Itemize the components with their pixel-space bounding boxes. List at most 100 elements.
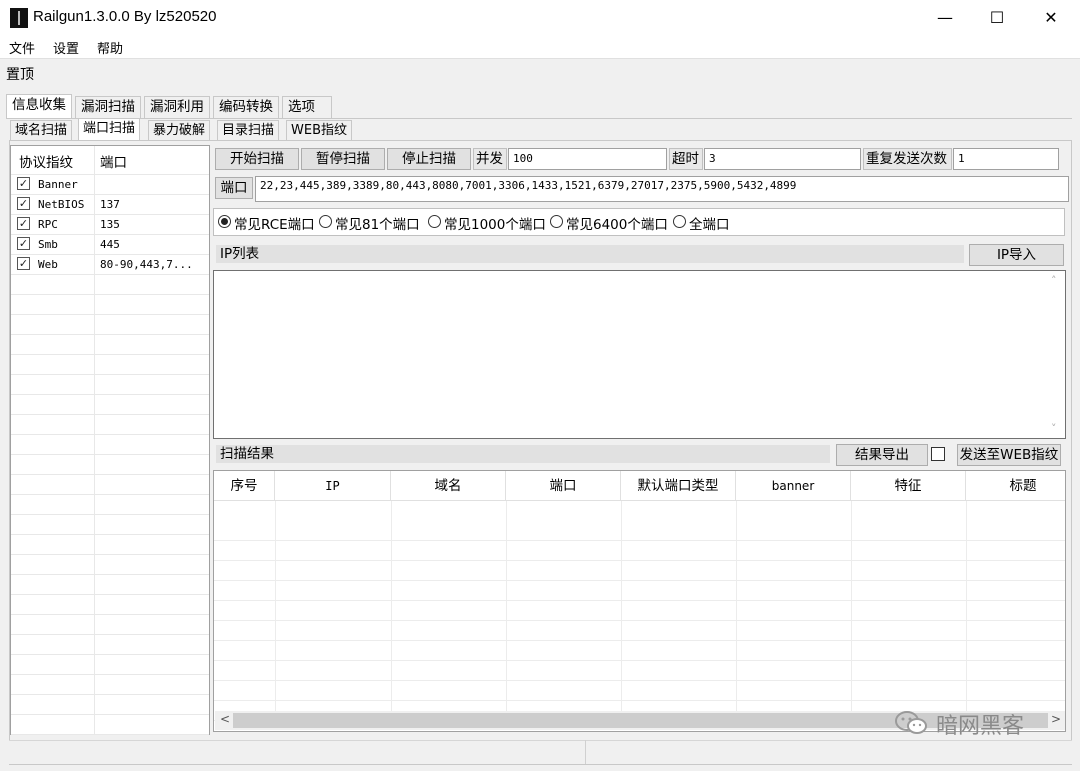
col-ip[interactable]: IP xyxy=(275,471,391,501)
table-row xyxy=(214,560,1065,581)
header-protocol: 协议指纹 xyxy=(19,155,73,171)
col-index[interactable]: 序号 xyxy=(214,471,275,501)
ip-import-button[interactable]: IP导入 xyxy=(969,244,1064,266)
empty-row xyxy=(11,554,209,575)
list-item[interactable]: ✓ Banner xyxy=(11,174,209,195)
table-row xyxy=(214,620,1065,641)
empty-row xyxy=(11,714,209,735)
ip-list-scrollbar[interactable]: ˄ ˅ xyxy=(1048,271,1065,438)
protocol-port: 135 xyxy=(100,218,120,231)
checkbox-banner[interactable]: ✓ xyxy=(17,177,30,190)
protocol-fingerprint-list[interactable]: 协议指纹 端口 ✓ Banner ✓ NetBIOS 137 ✓ RPC 135… xyxy=(10,145,210,735)
empty-row xyxy=(11,674,209,695)
empty-row xyxy=(11,394,209,415)
radio-indicator xyxy=(428,215,441,228)
pause-scan-button[interactable]: 暂停扫描 xyxy=(301,148,385,170)
close-button[interactable]: ✕ xyxy=(1024,0,1078,36)
port-list-input[interactable]: 22,23,445,389,3389,80,443,8080,7001,3306… xyxy=(255,176,1069,202)
empty-row xyxy=(11,314,209,335)
empty-row xyxy=(11,374,209,395)
empty-row xyxy=(11,334,209,355)
scroll-down-icon[interactable]: ˅ xyxy=(1051,422,1057,435)
radio-label: 常见RCE端口 xyxy=(234,217,315,233)
status-divider xyxy=(585,740,586,764)
empty-row xyxy=(11,354,209,375)
timeout-input[interactable]: 3 xyxy=(704,148,861,170)
col-port[interactable]: 端口 xyxy=(506,471,621,501)
col-feature[interactable]: 特征 xyxy=(851,471,966,501)
minimize-button[interactable]: — xyxy=(918,0,972,36)
table-row xyxy=(214,580,1065,601)
export-results-button[interactable]: 结果导出 xyxy=(836,444,928,466)
list-item[interactable]: ✓ RPC 135 xyxy=(11,214,209,235)
radio-indicator xyxy=(673,215,686,228)
radio-1000-ports[interactable]: 常见1000个端口 xyxy=(428,215,548,233)
menu-help[interactable]: 帮助 xyxy=(97,38,123,57)
radio-indicator xyxy=(218,215,231,228)
menu-settings[interactable]: 设置 xyxy=(53,38,79,57)
radio-indicator xyxy=(319,215,332,228)
subtab-domain-scan[interactable]: 域名扫描 xyxy=(10,120,73,141)
tab-vuln-exploit[interactable]: 漏洞利用 xyxy=(144,96,210,118)
results-table[interactable]: 序号 IP 域名 端口 默认端口类型 banner 特征 标题 < > xyxy=(213,470,1066,732)
radio-all-ports[interactable]: 全端口 xyxy=(673,215,733,233)
subtab-dir-scan[interactable]: 目录扫描 xyxy=(217,120,280,141)
table-row xyxy=(214,600,1065,621)
list-item[interactable]: ✓ Smb 445 xyxy=(11,234,209,255)
protocol-name: Web xyxy=(38,258,58,271)
port-button[interactable]: 端口 xyxy=(215,177,253,199)
empty-row xyxy=(11,614,209,635)
list-item[interactable]: ✓ NetBIOS 137 xyxy=(11,194,209,215)
scroll-up-icon[interactable]: ˄ xyxy=(1051,274,1057,287)
subtab-port-scan[interactable]: 端口扫描 xyxy=(78,118,141,141)
subtab-web-fingerprint[interactable]: WEB指纹 xyxy=(286,120,352,141)
tab-info-gathering[interactable]: 信息收集 xyxy=(6,94,72,118)
retry-count-input[interactable]: 1 xyxy=(953,148,1059,170)
list-item[interactable]: ✓ Web 80-90,443,7... xyxy=(11,254,209,275)
radio-6400-ports[interactable]: 常见6400个端口 xyxy=(550,215,668,233)
column-gridline xyxy=(621,501,622,711)
tab-encoding[interactable]: 编码转换 xyxy=(213,96,279,118)
pin-on-top[interactable]: 置顶 xyxy=(6,64,34,84)
start-scan-button[interactable]: 开始扫描 xyxy=(215,148,299,170)
menu-file[interactable]: 文件 xyxy=(9,38,35,57)
protocol-name: Banner xyxy=(38,178,78,191)
empty-row xyxy=(11,494,209,515)
stop-scan-button[interactable]: 停止扫描 xyxy=(387,148,471,170)
empty-row xyxy=(11,454,209,475)
checkbox-smb[interactable]: ✓ xyxy=(17,237,30,250)
watermark-text: 暗网黑客 xyxy=(936,714,1025,739)
timeout-label: 超时 xyxy=(669,148,703,170)
concurrency-input[interactable]: 100 xyxy=(508,148,667,170)
column-gridline xyxy=(506,501,507,711)
column-gridline xyxy=(966,501,967,711)
tab-strip-line xyxy=(6,118,1072,119)
subtab-brute-force[interactable]: 暴力破解 xyxy=(148,120,211,141)
checkbox-web[interactable]: ✓ xyxy=(17,257,30,270)
header-port: 端口 xyxy=(100,155,127,171)
column-gridline xyxy=(391,501,392,711)
radio-rce-ports[interactable]: 常见RCE端口 xyxy=(218,215,318,233)
maximize-button[interactable]: ☐ xyxy=(970,0,1024,36)
checkbox-netbios[interactable]: ✓ xyxy=(17,197,30,210)
results-checkbox[interactable] xyxy=(931,447,945,461)
radio-label: 常见81个端口 xyxy=(335,217,420,233)
empty-row xyxy=(11,474,209,495)
column-gridline xyxy=(851,501,852,711)
tab-vuln-scan[interactable]: 漏洞扫描 xyxy=(75,96,141,118)
col-banner[interactable]: banner xyxy=(736,471,851,501)
empty-row xyxy=(11,514,209,535)
ip-list-textarea[interactable]: ˄ ˅ xyxy=(213,270,1066,439)
menu-bar: 文件 设置 帮助 xyxy=(0,36,1080,58)
scroll-left-icon[interactable]: < xyxy=(220,712,230,726)
col-title[interactable]: 标题 xyxy=(966,471,1065,501)
retry-count-label: 重复发送次数 xyxy=(863,148,952,170)
radio-81-ports[interactable]: 常见81个端口 xyxy=(319,215,424,233)
col-default-port-type[interactable]: 默认端口类型 xyxy=(621,471,736,501)
tab-options[interactable]: 选项 xyxy=(282,96,332,118)
send-to-web-fingerprint-button[interactable]: 发送至WEB指纹 xyxy=(957,444,1061,466)
window-title: Railgun1.3.0.0 By lz520520 xyxy=(33,8,217,25)
checkbox-rpc[interactable]: ✓ xyxy=(17,217,30,230)
app-icon xyxy=(10,8,28,28)
col-domain[interactable]: 域名 xyxy=(391,471,506,501)
